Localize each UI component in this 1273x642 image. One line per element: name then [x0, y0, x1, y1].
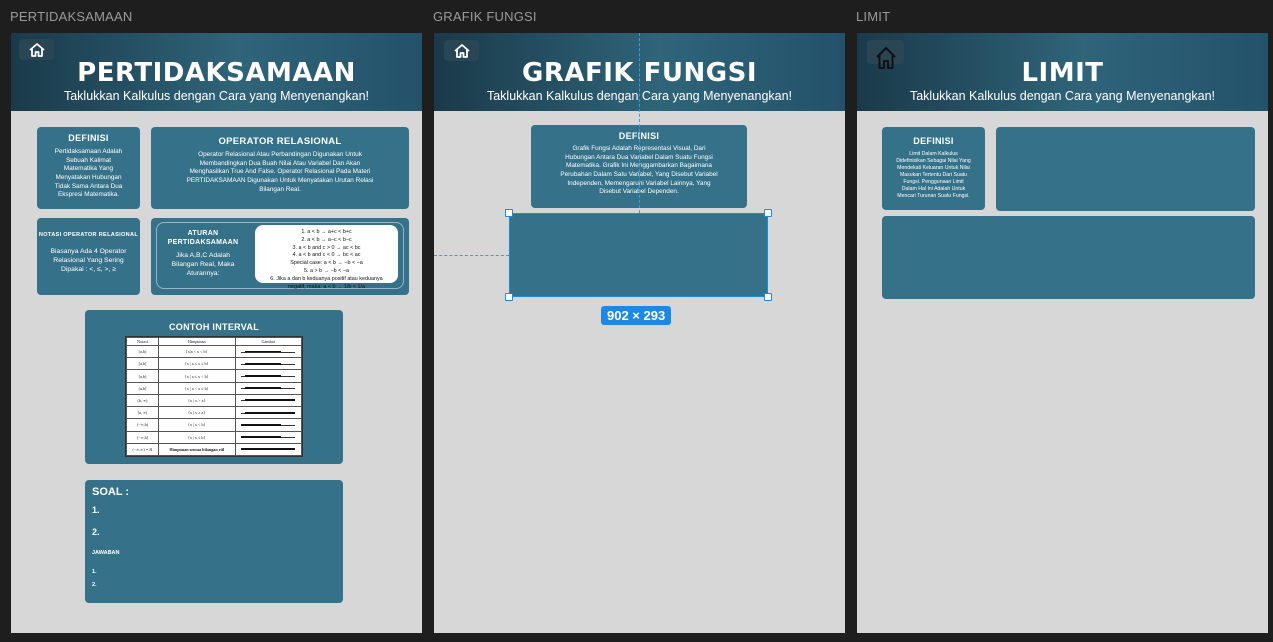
frame-label-grafik-fungsi[interactable]: GRAFIK FUNGSI [433, 9, 537, 24]
table-header: Notasi [126, 337, 159, 346]
contoh-heading: CONTOH INTERVAL [168, 322, 259, 332]
frame-label-pertidaksamaan[interactable]: PERTIDAKSAMAAN [10, 9, 132, 24]
frame-limit[interactable]: LIMIT Taklukkan Kalkulus dengan Cara yan… [857, 33, 1268, 633]
soal-item: 1. [92, 505, 100, 515]
table-header: Himpunan [157, 337, 236, 346]
definisi-heading: DEFINISI [913, 136, 954, 146]
interval-table: Notasi Himpunan Gambar (a,b) {x|a < x < b… [125, 336, 303, 457]
resize-handle-bottom-left[interactable] [505, 293, 513, 301]
empty-card-wide[interactable] [882, 216, 1255, 299]
definisi-text: Pertidaksamaan Adalah Sebuah Kalimat Mat… [54, 148, 123, 199]
aturan-rules-panel: 1. a < b → a+c < b+c 2. a < b → a−c < b−… [255, 225, 398, 290]
table-row: (a,b) {x|a < x < b} [126, 344, 302, 359]
jawaban-item: 1. [92, 569, 97, 575]
page-subtitle: Taklukkan Kalkulus dengan Cara yang Meny… [63, 89, 370, 103]
home-icon [28, 42, 45, 57]
empty-card-top[interactable] [996, 127, 1255, 211]
soal-item: 2. [92, 527, 100, 537]
aturan-heading: ATURAN PERTIDAKSAMAAN [167, 230, 239, 247]
table-row: (−∞,b) {x | x < b} [126, 418, 302, 432]
operator-text: Operator Relasional Atau Perbandingan Di… [186, 151, 374, 193]
definisi-text: Limit Dalam Kalkulus Didefinisikan Sebag… [896, 151, 971, 200]
table-row: (a,b] {x | a < x ≤ b} [126, 381, 302, 395]
table-row: [a, ∞) {x | x ≥ a} [126, 406, 302, 420]
definisi-card[interactable]: DEFINISI Pertidaksamaan Adalah Sebuah Ka… [37, 127, 140, 209]
table-row: [a,b) {x | a ≤ x < b} [126, 369, 302, 383]
definisi-card[interactable]: DEFINISI Limit Dalam Kalkulus Didefinisi… [882, 127, 985, 210]
table-row: (b, ∞) {x | x > a} [126, 393, 302, 408]
resize-handle-bottom-right[interactable] [764, 293, 772, 301]
contoh-interval-card[interactable]: CONTOH INTERVAL Notasi Himpunan Gambar (… [85, 310, 343, 464]
page-subtitle: Taklukkan Kalkulus dengan Cara yang Meny… [909, 89, 1216, 103]
alignment-guide-vertical [639, 33, 640, 213]
operator-heading: OPERATOR RELASIONAL [218, 136, 342, 147]
jawaban-item: 2. [92, 582, 97, 588]
notasi-card[interactable]: NOTASI OPERATOR RELASIONAL Biasanya Ada … [37, 218, 140, 295]
header-banner: LIMIT Taklukkan Kalkulus dengan Cara yan… [857, 33, 1268, 111]
selection-outline[interactable] [509, 213, 768, 297]
aturan-card[interactable]: ATURAN PERTIDAKSAMAAN Jika A,B,C Adalah … [151, 218, 409, 295]
aturan-desc: Jika A,B,C Adalah Bilangan Real, Maka At… [171, 252, 235, 278]
notasi-heading: NOTASI OPERATOR RELASIONAL [38, 232, 139, 238]
resize-handle-top-left[interactable] [505, 209, 513, 217]
resize-handle-top-right[interactable] [764, 209, 772, 217]
table-header: Gambar [234, 337, 302, 346]
frame-pertidaksamaan[interactable]: PERTIDAKSAMAAN Taklukkan Kalkulus dengan… [11, 33, 422, 633]
page-title: LIMIT [1021, 58, 1104, 88]
frame-label-limit[interactable]: LIMIT [856, 9, 890, 24]
page-title: PERTIDAKSAMAAN [77, 58, 356, 88]
home-button[interactable] [19, 39, 54, 60]
header-banner: PERTIDAKSAMAAN Taklukkan Kalkulus dengan… [11, 33, 422, 111]
notasi-text: Biasanya Ada 4 Operator Relasional Yang … [50, 248, 127, 274]
jawaban-label: JAWABAN [92, 550, 120, 556]
definisi-heading: DEFINISI [68, 133, 109, 143]
soal-heading: SOAL : [92, 486, 130, 498]
dimension-badge: 902 × 293 [601, 306, 672, 325]
table-row: (−∞,∞) = ℝ Himpunan semua bilangan riil [126, 442, 302, 457]
alignment-guide-horizontal [434, 255, 509, 256]
table-row: (−∞,b] {x | x ≤ b} [126, 430, 302, 444]
home-icon [453, 43, 470, 58]
operator-relasional-card[interactable]: OPERATOR RELASIONAL Operator Relasional … [151, 127, 409, 209]
table-row: [a,b] {x | a ≤ x ≤ b} [126, 357, 302, 371]
soal-card[interactable]: SOAL : 1. 2. JAWABAN 1. 2. [85, 480, 343, 603]
